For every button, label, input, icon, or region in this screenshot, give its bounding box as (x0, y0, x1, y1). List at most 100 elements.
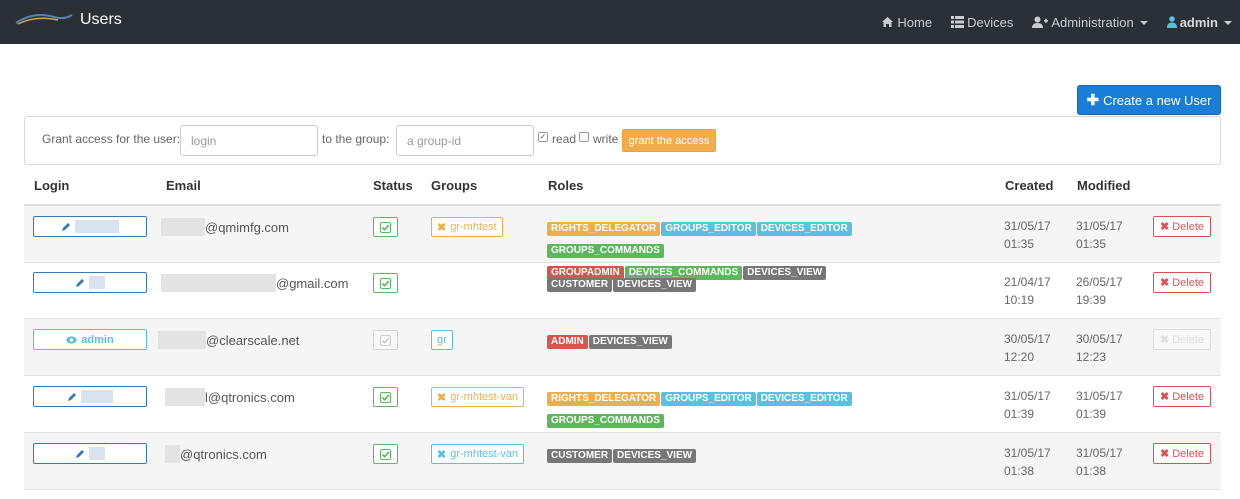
grant-access-button[interactable]: grant the access (622, 129, 716, 152)
edit-user-button[interactable] (33, 443, 147, 464)
table-row: @gmail.com CUSTOMER DEVICES_VIEW 21/04/17 10… (24, 262, 1221, 319)
status-toggle[interactable] (373, 387, 398, 407)
column-header-groups[interactable]: Groups (431, 178, 477, 193)
column-header-login[interactable]: Login (34, 178, 69, 193)
delete-user-button[interactable]: ✖ Delete (1153, 216, 1211, 237)
pencil-icon (75, 278, 85, 287)
create-user-label: Create a new User (1103, 92, 1212, 108)
column-header-email[interactable]: Email (166, 178, 201, 193)
read-checkbox[interactable]: ✓ (538, 132, 548, 142)
role-badge: ADMIN (547, 335, 588, 349)
user-login: admin (81, 333, 114, 346)
email-domain: @clearscale.net (206, 332, 300, 348)
user-login-redacted (88, 276, 105, 289)
edit-user-button[interactable] (33, 216, 147, 237)
grant-access-panel: Grant access for the user: to the group:… (24, 116, 1221, 165)
column-header-status[interactable]: Status (373, 178, 413, 193)
modified-line: 26/05/17 (1076, 275, 1123, 289)
grant-user-label: Grant access for the user: (42, 132, 181, 146)
devices-icon (951, 16, 965, 28)
logo[interactable] (14, 9, 74, 25)
modified-date: 31/05/17 01:35 (1076, 217, 1136, 253)
user-add-icon (1032, 16, 1049, 28)
write-label: write (593, 132, 619, 146)
created-line: 31/05/17 (1004, 219, 1051, 233)
delete-user-button[interactable]: ✖ Delete (1153, 386, 1211, 407)
user-login-redacted (80, 390, 113, 403)
pencil-icon (75, 449, 85, 458)
modified-date: 31/05/17 01:39 (1076, 387, 1136, 423)
roles-list: ADMIN DEVICES_VIEW (547, 332, 947, 354)
check-square-icon (380, 277, 391, 289)
delete-user-button[interactable]: ✖ Delete (1153, 272, 1211, 293)
write-checkbox[interactable] (579, 132, 589, 142)
email-redacted (161, 218, 205, 236)
modified-date: 31/05/17 01:38 (1076, 444, 1136, 480)
group-badge[interactable]: ✖ gr-mhtest (431, 217, 503, 237)
edit-user-button[interactable]: admin (33, 329, 147, 350)
create-user-button[interactable]: ✚ Create a new User (1077, 85, 1221, 115)
group-name: gr (437, 334, 447, 346)
created-line: 31/05/17 (1004, 446, 1051, 460)
role-badge: DEVICES_VIEW (613, 449, 697, 463)
delete-label: Delete (1172, 390, 1204, 403)
email-redacted (158, 331, 206, 349)
page-title: Users (80, 11, 122, 28)
role-badge: DEVICES_VIEW (613, 278, 697, 292)
close-icon: ✖ (437, 221, 447, 234)
check-square-icon (380, 221, 391, 233)
created-line: 01:39 (1004, 407, 1035, 421)
group-name: gr-mhtest-van (450, 448, 519, 460)
role-badge: CUSTOMER (547, 449, 613, 463)
nav-administration-dropdown[interactable]: Administration (1032, 15, 1148, 30)
group-badge[interactable]: ✖ gr-mhtest-van (431, 444, 525, 464)
edit-user-button[interactable] (33, 386, 147, 407)
delete-user-button[interactable]: ✖ Delete (1153, 329, 1211, 350)
created-date: 31/05/17 01:35 (1004, 217, 1064, 253)
group-badge[interactable]: gr (431, 330, 453, 350)
modified-date: 30/05/17 12:23 (1076, 330, 1136, 366)
created-line: 30/05/17 (1004, 332, 1051, 346)
nav-user-dropdown[interactable]: admin (1166, 15, 1232, 30)
user-icon (1166, 16, 1177, 28)
edit-user-button[interactable] (33, 272, 147, 293)
table-row: l@qtronics.com ✖ gr-mhtest-van RIGHTS_DELEG… (24, 376, 1221, 450)
close-icon: ✖ (1159, 221, 1170, 233)
close-icon: ✖ (437, 391, 447, 404)
column-header-created[interactable]: Created (1005, 178, 1053, 193)
email-redacted (165, 445, 180, 463)
roles-line: RIGHTS_DELEGATOR GROUPS_EDITOR DEVICES_EDI… (547, 219, 947, 263)
home-icon (881, 16, 894, 28)
user-email: @qtronics.com (165, 445, 267, 463)
grant-group-input[interactable] (396, 125, 534, 156)
roles-list: CUSTOMER DEVICES_VIEW (547, 275, 947, 297)
status-toggle[interactable] (373, 444, 398, 464)
close-icon: ✖ (1159, 391, 1170, 403)
grant-login-input[interactable] (180, 125, 318, 156)
nav-home[interactable]: Home (881, 15, 932, 30)
modified-line: 01:39 (1076, 407, 1107, 421)
user-email: @qmimfg.com (161, 218, 289, 236)
modified-line: 01:35 (1076, 237, 1107, 251)
created-line: 12:20 (1004, 350, 1035, 364)
delete-label: Delete (1172, 333, 1204, 346)
user-login-redacted (74, 220, 119, 233)
role-badge: GROUPS_COMMANDS (547, 244, 664, 258)
group-badge[interactable]: ✖ gr-mhtest-van (431, 387, 525, 407)
email-domain: @qmimfg.com (205, 219, 289, 235)
role-badge: RIGHTS_DELEGATOR (547, 392, 661, 406)
column-header-roles[interactable]: Roles (548, 178, 583, 193)
status-toggle[interactable] (373, 217, 398, 237)
group-name: gr-mhtest (450, 221, 497, 233)
column-header-modified[interactable]: Modified (1077, 178, 1130, 193)
pencil-icon (67, 392, 77, 401)
email-domain: @qtronics.com (180, 446, 267, 462)
status-toggle[interactable] (373, 273, 398, 293)
status-toggle[interactable] (373, 330, 398, 350)
delete-user-button[interactable]: ✖ Delete (1153, 443, 1211, 464)
close-icon: ✖ (1159, 334, 1170, 346)
group-name: gr-mhtest-van (450, 391, 519, 403)
roles-line: ADMIN DEVICES_VIEW (547, 332, 947, 354)
modified-line: 19:39 (1076, 293, 1107, 307)
nav-devices[interactable]: Devices (951, 15, 1013, 30)
